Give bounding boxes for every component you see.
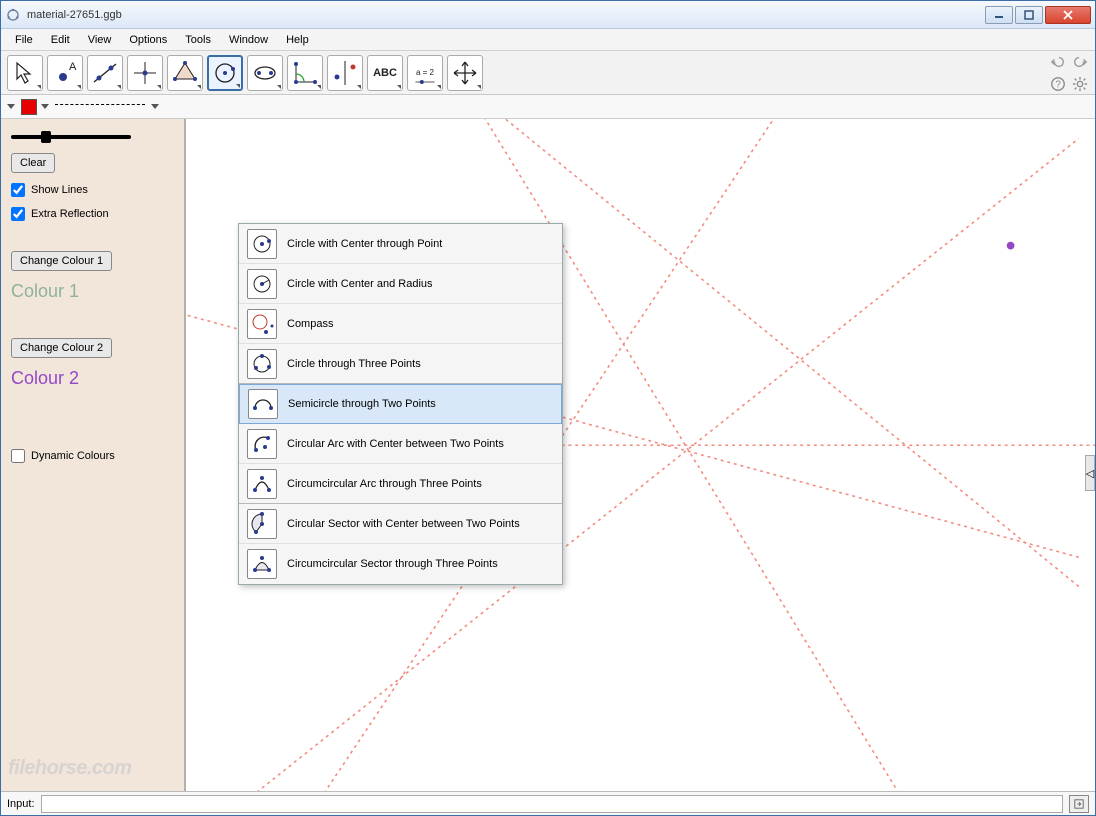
- canvas-side-handle[interactable]: ◁: [1085, 455, 1095, 491]
- circumcircular-sector-icon: [247, 549, 277, 579]
- circle-center-radius-icon: [247, 269, 277, 299]
- menu-window[interactable]: Window: [221, 31, 276, 49]
- semicircle-icon: [248, 389, 278, 419]
- color-swatch[interactable]: [21, 99, 37, 115]
- color-dropdown-icon[interactable]: [41, 104, 49, 109]
- colour-2-label: Colour 2: [11, 368, 174, 389]
- input-submit-button[interactable]: [1069, 795, 1089, 813]
- linestyle-dropdown-icon[interactable]: [151, 104, 159, 109]
- circle-center-point-icon: [247, 229, 277, 259]
- clear-button[interactable]: Clear: [11, 153, 55, 173]
- stylebar: [1, 95, 1095, 119]
- input-bar: Input:: [1, 791, 1095, 815]
- tool-circle[interactable]: [207, 55, 243, 91]
- menu-help[interactable]: Help: [278, 31, 317, 49]
- tool-slider-label: a = 2: [416, 68, 434, 77]
- settings-icon[interactable]: [1071, 75, 1089, 93]
- slider[interactable]: [11, 127, 174, 143]
- circle-tools-dropdown: Circle with Center through Point Circle …: [238, 223, 563, 585]
- circular-arc-icon: [247, 429, 277, 459]
- dd-circle-center-radius[interactable]: Circle with Center and Radius: [239, 264, 562, 304]
- undo-button[interactable]: [1049, 53, 1067, 71]
- tool-ellipse[interactable]: [247, 55, 283, 91]
- menu-file[interactable]: File: [7, 31, 41, 49]
- dynamic-colours-checkbox[interactable]: Dynamic Colours: [11, 449, 174, 463]
- tool-slider[interactable]: a = 2: [407, 55, 443, 91]
- menu-view[interactable]: View: [80, 31, 120, 49]
- tool-text-label: ABC: [373, 67, 397, 79]
- tool-point[interactable]: A: [47, 55, 83, 91]
- line-style-preview[interactable]: [55, 104, 145, 110]
- menu-edit[interactable]: Edit: [43, 31, 78, 49]
- dd-semicircle[interactable]: Semicircle through Two Points: [239, 384, 562, 424]
- change-colour-1-button[interactable]: Change Colour 1: [11, 251, 112, 271]
- titlebar: material-27651.ggb: [1, 1, 1095, 29]
- tool-move[interactable]: [7, 55, 43, 91]
- tool-angle[interactable]: [287, 55, 323, 91]
- dd-compass[interactable]: Compass: [239, 304, 562, 344]
- menu-options[interactable]: Options: [121, 31, 175, 49]
- dd-circle-three-points[interactable]: Circle through Three Points: [239, 344, 562, 384]
- close-button[interactable]: [1045, 6, 1091, 24]
- dd-circumcircular-arc[interactable]: Circumcircular Arc through Three Points: [239, 464, 562, 504]
- tool-text[interactable]: ABC: [367, 55, 403, 91]
- menubar: File Edit View Options Tools Window Help: [1, 29, 1095, 51]
- tool-pan[interactable]: [447, 55, 483, 91]
- app-icon: [5, 7, 21, 23]
- dd-circular-arc[interactable]: Circular Arc with Center between Two Poi…: [239, 424, 562, 464]
- dynamic-colours-label: Dynamic Colours: [31, 450, 115, 462]
- dd-circular-sector[interactable]: Circular Sector with Center between Two …: [239, 504, 562, 544]
- input-label: Input:: [7, 798, 35, 810]
- toolbar: A ABC a = 2 ?: [1, 51, 1095, 95]
- input-field[interactable]: [41, 795, 1063, 813]
- minimize-button[interactable]: [985, 6, 1013, 24]
- tool-perpendicular[interactable]: [127, 55, 163, 91]
- circular-sector-icon: [247, 509, 277, 539]
- maximize-button[interactable]: [1015, 6, 1043, 24]
- extra-reflection-checkbox[interactable]: Extra Reflection: [11, 207, 174, 221]
- tool-polygon[interactable]: [167, 55, 203, 91]
- circumcircular-arc-icon: [247, 469, 277, 499]
- circle-three-points-icon: [247, 349, 277, 379]
- show-lines-label: Show Lines: [31, 184, 88, 196]
- extra-reflection-label: Extra Reflection: [31, 208, 109, 220]
- menu-tools[interactable]: Tools: [177, 31, 219, 49]
- colour-1-label: Colour 1: [11, 281, 174, 302]
- svg-text:A: A: [69, 61, 77, 73]
- change-colour-2-button[interactable]: Change Colour 2: [11, 338, 112, 358]
- help-icon[interactable]: ?: [1049, 75, 1067, 93]
- svg-text:?: ?: [1055, 79, 1061, 90]
- window-title: material-27651.ggb: [27, 9, 985, 21]
- show-lines-checkbox[interactable]: Show Lines: [11, 183, 174, 197]
- stylebar-toggle-icon[interactable]: [7, 104, 15, 109]
- tool-reflect[interactable]: [327, 55, 363, 91]
- dd-circumcircular-sector[interactable]: Circumcircular Sector through Three Poin…: [239, 544, 562, 584]
- redo-button[interactable]: [1071, 53, 1089, 71]
- tool-line[interactable]: [87, 55, 123, 91]
- dd-circle-center-point[interactable]: Circle with Center through Point: [239, 224, 562, 264]
- sidebar: Clear Show Lines Extra Reflection Change…: [1, 119, 186, 791]
- compass-icon: [247, 309, 277, 339]
